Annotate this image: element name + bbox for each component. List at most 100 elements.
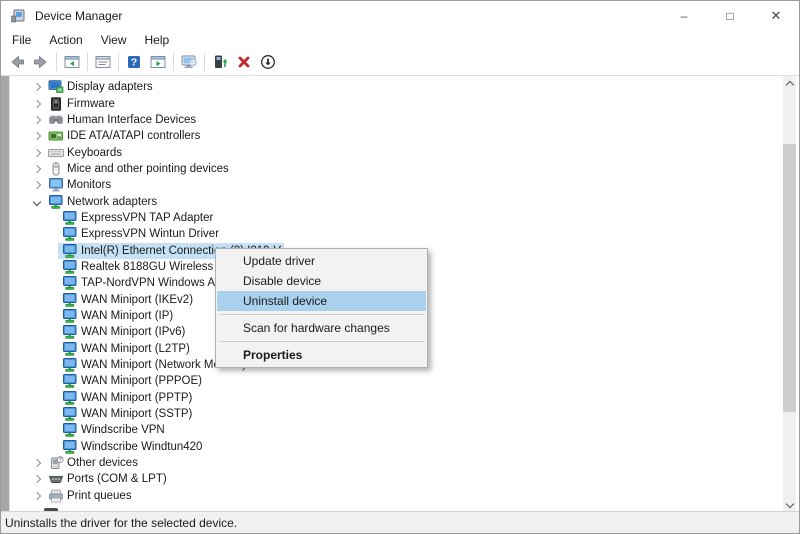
device-icon (62, 211, 78, 225)
tree-item-label: WAN Miniport (IP) (81, 309, 176, 323)
maximize-button[interactable]: □ (707, 1, 753, 31)
expand-chevron-icon[interactable] (30, 182, 44, 188)
back-icon (8, 53, 26, 71)
show-action-pane-button[interactable] (146, 51, 170, 73)
menu-view[interactable]: View (92, 32, 136, 48)
expand-chevron-icon[interactable] (30, 150, 44, 156)
tree-row[interactable]: Network adapters (10, 193, 783, 209)
window-title: Device Manager (35, 9, 122, 23)
device-icon (48, 195, 64, 209)
device-icon (48, 456, 64, 470)
expand-chevron-icon[interactable] (30, 199, 44, 205)
help-icon: ? (125, 53, 143, 71)
tree-row[interactable]: Human Interface Devices (10, 112, 783, 128)
tree-row[interactable]: IDE ATA/ATAPI controllers (10, 128, 783, 144)
minimize-button[interactable]: – (661, 1, 707, 31)
menu-item-uninstall-device[interactable]: Uninstall device (217, 291, 426, 311)
tree-item-label: WAN Miniport (PPPOE) (81, 374, 205, 388)
scroll-up-button[interactable] (783, 76, 796, 91)
device-icon (62, 407, 78, 421)
forward-button[interactable] (29, 51, 53, 73)
tree-row[interactable]: Windscribe Windtun420 (10, 439, 783, 455)
context-menu: Update driverDisable deviceUninstall dev… (215, 248, 428, 368)
scan-hardware-icon (180, 53, 199, 71)
device-manager-window: Device Manager – □ ✕ FileActionViewHelp (0, 0, 800, 534)
close-button[interactable]: ✕ (753, 1, 799, 31)
tree-item-label: WAN Miniport (IKEv2) (81, 293, 196, 307)
tree-row[interactable]: Windscribe VPN (10, 422, 783, 438)
tree-item-label: Display adapters (67, 80, 156, 94)
show-action-pane-icon (149, 53, 167, 71)
vertical-scrollbar[interactable] (783, 76, 796, 513)
device-icon (48, 129, 64, 143)
device-icon (62, 391, 78, 405)
toolbar-separator (87, 53, 88, 71)
tree-row[interactable]: Other devices (10, 455, 783, 471)
expand-chevron-icon[interactable] (30, 84, 44, 90)
properties-pane-button[interactable] (91, 51, 115, 73)
expand-chevron-icon[interactable] (30, 166, 44, 172)
tree-row[interactable]: WAN Miniport (PPPOE) (10, 373, 783, 389)
tree-row[interactable]: Display adapters (10, 79, 783, 95)
expand-chevron-icon[interactable] (30, 460, 44, 466)
menu-item-scan-for-hardware-changes[interactable]: Scan for hardware changes (217, 318, 426, 338)
expand-chevron-icon[interactable] (30, 493, 44, 499)
menu-item-properties[interactable]: Properties (217, 345, 426, 365)
help-button[interactable]: ? (122, 51, 146, 73)
uninstall-device-button[interactable] (232, 51, 256, 73)
device-icon (62, 309, 78, 323)
toolbar-separator (204, 53, 205, 71)
device-icon (62, 227, 78, 241)
expand-chevron-icon[interactable] (30, 476, 44, 482)
menu-separator (219, 314, 424, 315)
tree-row[interactable]: WAN Miniport (PPTP) (10, 390, 783, 406)
menu-file[interactable]: File (3, 32, 40, 48)
disable-device-button[interactable] (256, 51, 280, 73)
tree-row[interactable]: Ports (COM & LPT) (10, 471, 783, 487)
back-button[interactable] (5, 51, 29, 73)
device-icon (62, 244, 78, 258)
show-console-tree-icon (63, 53, 81, 71)
tree-item-label: Firmware (67, 97, 118, 111)
tree-item-label: Network adapters (67, 195, 160, 209)
menu-item-update-driver[interactable]: Update driver (217, 251, 426, 271)
expand-chevron-icon[interactable] (30, 133, 44, 139)
tree-row[interactable]: WAN Miniport (SSTP) (10, 406, 783, 422)
tree-item-label: Windscribe VPN (81, 423, 168, 437)
device-icon (48, 489, 64, 503)
uninstall-device-icon (235, 53, 253, 71)
tree-row[interactable]: Monitors (10, 177, 783, 193)
update-driver-button[interactable] (208, 51, 232, 73)
tree-item-label: ExpressVPN TAP Adapter (81, 211, 216, 225)
device-icon (62, 374, 78, 388)
scan-hardware-button[interactable] (177, 51, 201, 73)
device-icon (62, 260, 78, 274)
menu-help[interactable]: Help (136, 32, 179, 48)
device-icon (48, 146, 64, 160)
show-console-tree-button[interactable] (60, 51, 84, 73)
device-icon (48, 178, 64, 192)
svg-text:?: ? (131, 57, 137, 69)
tree-row[interactable]: Mice and other pointing devices (10, 161, 783, 177)
scrollbar-thumb[interactable] (783, 144, 796, 412)
menu-action[interactable]: Action (40, 32, 91, 48)
device-icon (48, 162, 64, 176)
device-icon (62, 325, 78, 339)
tree-item-label: WAN Miniport (L2TP) (81, 342, 193, 356)
tree-row[interactable]: ExpressVPN Wintun Driver (10, 226, 783, 242)
device-icon (48, 97, 64, 111)
expand-chevron-icon[interactable] (30, 117, 44, 123)
device-icon (48, 80, 64, 94)
toolbar-separator (173, 53, 174, 71)
toolbar: ? (1, 49, 799, 76)
tree-row[interactable]: Firmware (10, 95, 783, 111)
tree-item-label: Print queues (67, 489, 135, 503)
device-icon (62, 423, 78, 437)
menu-item-disable-device[interactable]: Disable device (217, 271, 426, 291)
tree-row[interactable]: ExpressVPN TAP Adapter (10, 210, 783, 226)
device-icon (62, 342, 78, 356)
toolbar-separator (118, 53, 119, 71)
tree-row[interactable]: Keyboards (10, 144, 783, 160)
expand-chevron-icon[interactable] (30, 101, 44, 107)
tree-row[interactable]: Print queues (10, 488, 783, 504)
